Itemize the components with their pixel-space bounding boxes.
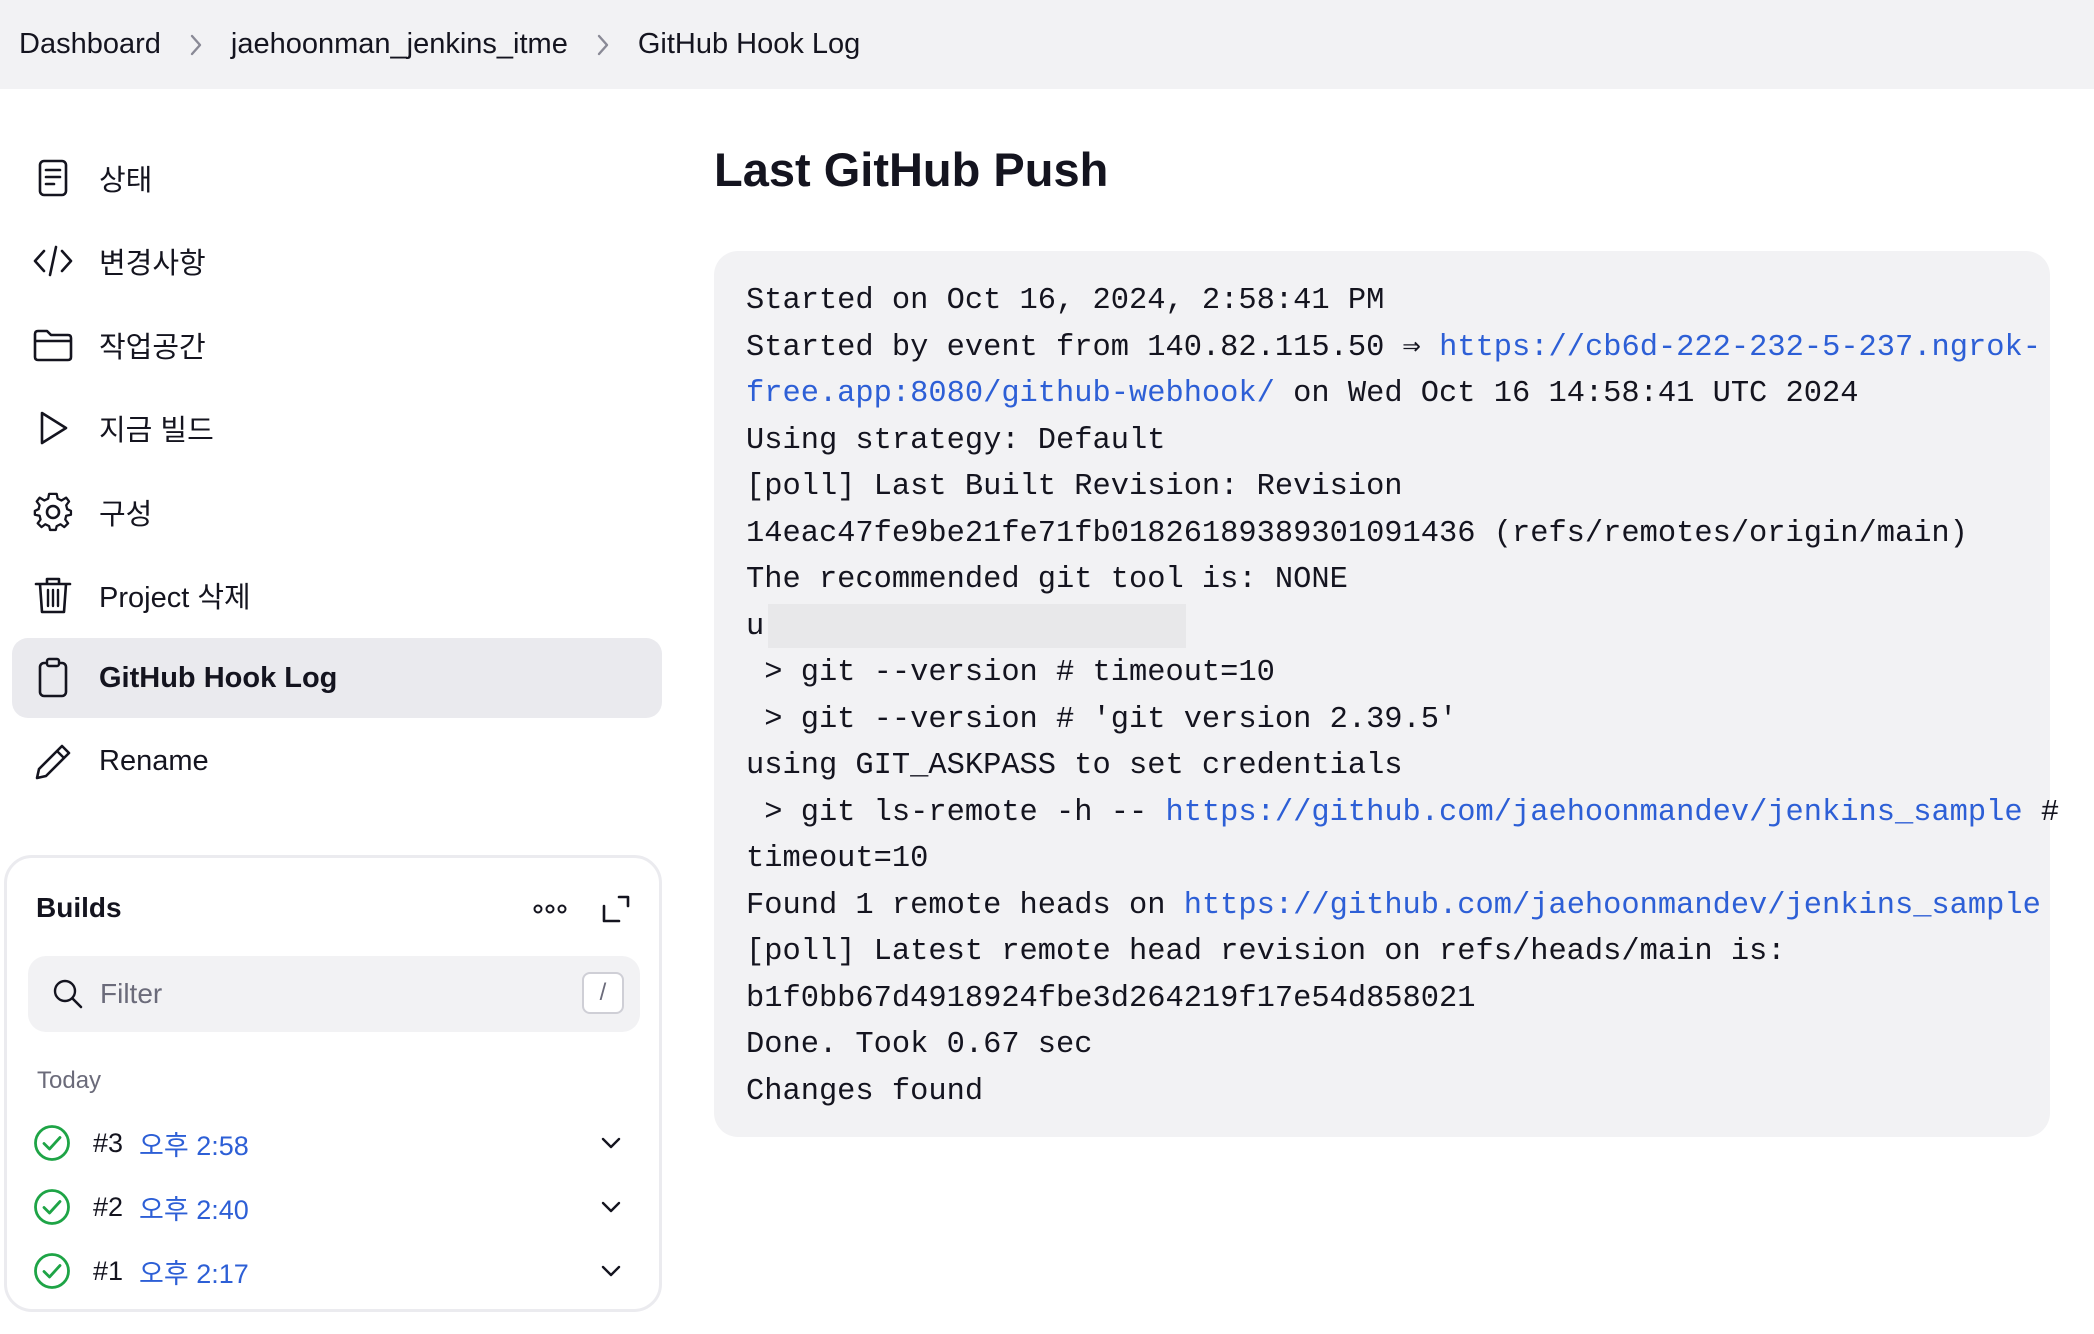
log-line: u xyxy=(746,603,2050,651)
log-text: on Wed Oct 16 14:58:41 UTC 2024 xyxy=(1274,377,1859,411)
sidebar-item-changes[interactable]: 변경사항 xyxy=(12,221,662,301)
code-icon xyxy=(33,246,73,277)
builds-panel: Builds / Today #3 오후 2:58 #2 xyxy=(4,855,662,1312)
builds-filter: / xyxy=(28,956,640,1032)
log-line: > git --version # timeout=10 xyxy=(746,656,1275,690)
sidebar-item-build-now[interactable]: 지금 빌드 xyxy=(12,388,662,468)
log-text: # xyxy=(2022,795,2060,830)
sidebar-item-delete-project[interactable]: Project 삭제 xyxy=(12,555,662,635)
breadcrumb-dashboard[interactable]: Dashboard xyxy=(19,28,161,61)
log-line: Using strategy: Default xyxy=(746,423,1166,458)
sidebar-item-github-hook-log[interactable]: GitHub Hook Log xyxy=(12,638,662,719)
chevron-right-icon xyxy=(568,25,638,65)
search-icon xyxy=(53,979,83,1009)
log-line: Started by event from 140.82.115.50 ⇒ ht… xyxy=(746,325,2050,372)
repository-link[interactable]: https://github.com/jaehoonmandev/jenkins… xyxy=(1165,796,2022,830)
gear-icon xyxy=(33,492,73,531)
log-line: Changes found xyxy=(746,1074,984,1109)
build-row-1[interactable]: #1 오후 2:17 xyxy=(33,1243,633,1299)
log-line: free.app:8080/github-webhook/ on Wed Oct… xyxy=(746,371,2050,418)
build-row-2[interactable]: #2 오후 2:40 xyxy=(33,1179,633,1235)
sidebar-item-label: 지금 빌드 xyxy=(99,415,214,448)
document-icon xyxy=(38,159,68,197)
log-line: > git --version # 'git version 2.39.5' xyxy=(746,702,1458,737)
success-check-icon xyxy=(34,1189,70,1225)
webhook-url-link[interactable]: https://cb6d-222-232-5-237.ngrok- xyxy=(1439,331,2041,365)
sidebar-item-label: Project 삭제 xyxy=(99,581,251,614)
redacted-block xyxy=(768,603,1187,648)
log-text: Started by event from 140.82.115.50 ⇒ xyxy=(746,330,1440,365)
chevron-right-icon xyxy=(161,25,231,65)
log-line: > git ls-remote -h -- https://github.com… xyxy=(746,790,2059,837)
chevron-down-icon[interactable] xyxy=(597,1129,625,1157)
sidebar-item-rename[interactable]: Rename xyxy=(12,722,662,802)
filter-input[interactable] xyxy=(100,969,560,1019)
sidebar-item-label: 작업공간 xyxy=(99,331,206,364)
build-time-link[interactable]: 오후 2:17 xyxy=(139,1252,249,1291)
sidebar-item-label: 변경사항 xyxy=(99,248,206,281)
build-number: #3 xyxy=(93,1127,124,1158)
log-line: Found 1 remote heads on https://github.c… xyxy=(746,883,2050,930)
breadcrumb-project[interactable]: jaehoonman_jenkins_itme xyxy=(231,28,568,61)
breadcrumb-current-page[interactable]: GitHub Hook Log xyxy=(638,28,860,61)
pencil-icon xyxy=(35,744,71,780)
sidebar-item-label: Rename xyxy=(99,745,209,778)
webhook-url-link[interactable]: free.app:8080/github-webhook/ xyxy=(746,377,1275,411)
repository-link[interactable]: https://github.com/jaehoonmandev/jenkins… xyxy=(1184,889,2041,923)
build-time-link[interactable]: 오후 2:40 xyxy=(139,1188,249,1227)
hook-log-output: Started on Oct 16, 2024, 2:58:41 PM Star… xyxy=(714,251,2059,1137)
build-number: #1 xyxy=(93,1255,124,1286)
log-text: Found 1 remote heads on xyxy=(746,888,1184,923)
sidebar-item-workspace[interactable]: 작업공간 xyxy=(12,305,662,385)
play-icon xyxy=(40,411,68,445)
keyboard-shortcut-hint: / xyxy=(582,972,624,1014)
log-line: Started on Oct 16, 2024, 2:58:41 PM xyxy=(746,284,1385,318)
sidebar-item-label: 구성 xyxy=(99,498,153,531)
log-line: using GIT_ASKPASS to set credentials xyxy=(746,749,1403,783)
build-row-3[interactable]: #3 오후 2:58 xyxy=(33,1115,633,1171)
chevron-down-icon[interactable] xyxy=(597,1193,625,1221)
sidebar-item-label: GitHub Hook Log xyxy=(99,661,338,694)
log-line: [poll] Latest remote head revision on re… xyxy=(746,935,1786,969)
trash-icon xyxy=(34,577,72,614)
more-options-icon[interactable] xyxy=(530,894,570,924)
builds-title: Builds xyxy=(36,892,122,923)
sidebar: 상태 변경사항 작업공간 지금 빌드 구성 Project 삭제 GitHub … xyxy=(12,138,662,805)
expand-icon[interactable] xyxy=(599,892,633,926)
log-line: timeout=10 xyxy=(746,842,929,876)
sidebar-item-label: 상태 xyxy=(99,165,153,197)
log-text: > git ls-remote -h -- xyxy=(746,795,1166,830)
log-line: Done. Took 0.67 sec xyxy=(746,1028,1093,1062)
build-number: #2 xyxy=(93,1191,124,1222)
page-title: Last GitHub Push xyxy=(714,143,1109,196)
clipboard-icon xyxy=(38,658,68,698)
success-check-icon xyxy=(34,1253,70,1289)
chevron-down-icon[interactable] xyxy=(597,1257,625,1285)
build-time-link[interactable]: 오후 2:58 xyxy=(139,1124,249,1163)
log-line: b1f0bb67d4918924fbe3d264219f17e54d858021 xyxy=(746,981,1476,1016)
log-text: u xyxy=(746,609,765,644)
log-line: [poll] Last Built Revision: Revision xyxy=(746,470,1403,504)
log-line: The recommended git tool is: NONE xyxy=(746,563,1348,597)
folder-icon xyxy=(33,329,73,362)
log-line: 14eac47fe9be21fe71fb0182618938930109143​… xyxy=(746,516,1968,551)
breadcrumb: Dashboard jaehoonman_jenkins_itme GitHub… xyxy=(0,0,2094,89)
sidebar-item-configure[interactable]: 구성 xyxy=(12,472,662,552)
sidebar-item-status[interactable]: 상태 xyxy=(12,138,662,218)
build-group-label: Today xyxy=(37,1067,102,1094)
success-check-icon xyxy=(34,1125,70,1161)
